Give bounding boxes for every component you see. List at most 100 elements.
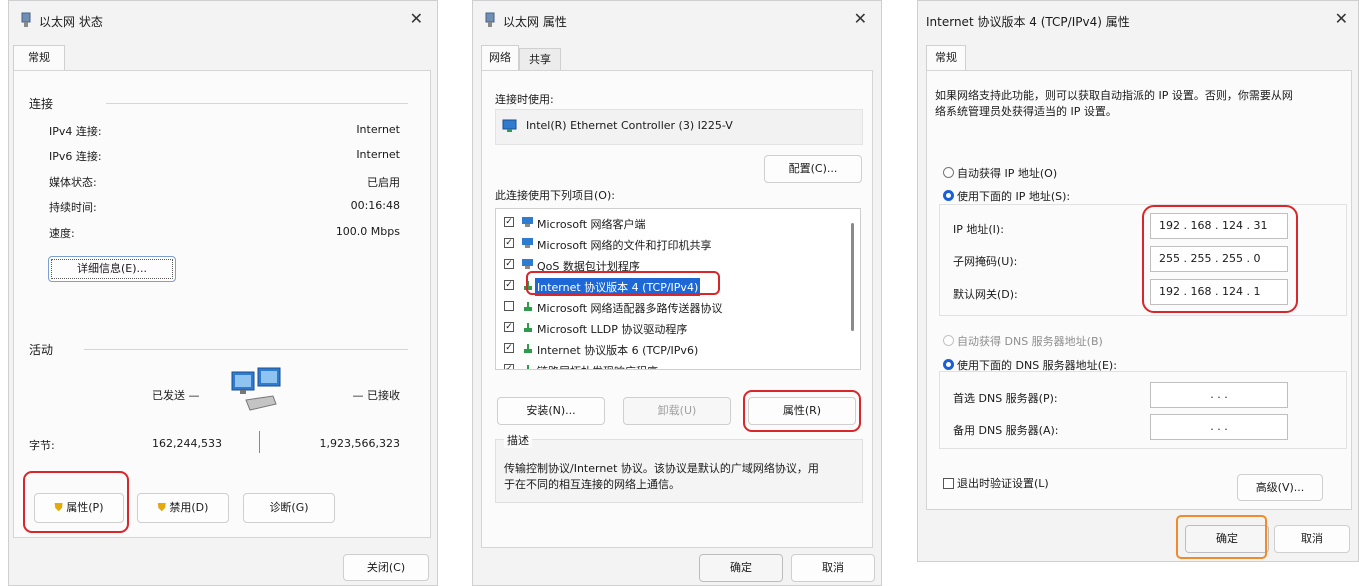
title-bar: 以太网 状态 ✕ bbox=[9, 1, 437, 39]
preferred-dns-input[interactable]: . . . bbox=[1150, 382, 1288, 408]
properties-window: 以太网 属性 ✕ 网络 共享 连接时使用: Intel(R) Ethernet … bbox=[472, 0, 882, 586]
disable-button[interactable]: ⛊ 禁用(D) bbox=[137, 493, 229, 523]
tab-sharing[interactable]: 共享 bbox=[519, 48, 561, 71]
close-button[interactable]: 关闭(C) bbox=[343, 554, 429, 581]
close-icon[interactable]: ✕ bbox=[854, 9, 867, 28]
item-label: Microsoft LLDP 协议驱动程序 bbox=[537, 323, 688, 336]
item-checkbox[interactable]: ✓ bbox=[504, 343, 514, 353]
description-text: 于在不同的相互连接的网络上通信。 bbox=[504, 478, 680, 491]
speed-label: 速度: bbox=[49, 227, 75, 240]
bytes-label: 字节: bbox=[29, 439, 55, 452]
close-icon[interactable]: ✕ bbox=[1335, 9, 1348, 28]
advanced-button[interactable]: 高级(V)... bbox=[1237, 474, 1323, 501]
network-computers-icon bbox=[231, 367, 281, 411]
auto-ip-label: 自动获得 IP 地址(O) bbox=[957, 167, 1058, 180]
highlight-properties bbox=[23, 471, 129, 533]
ok-button[interactable]: 确定 bbox=[699, 554, 783, 582]
section-activity: 活动 bbox=[29, 343, 54, 357]
ipv6-value: Internet bbox=[356, 148, 400, 161]
install-button[interactable]: 安装(N)... bbox=[497, 397, 605, 425]
manual-ip-label: 使用下面的 IP 地址(S): bbox=[957, 190, 1071, 203]
media-state-value: 已启用 bbox=[367, 176, 400, 189]
tab-network[interactable]: 网络 bbox=[481, 45, 519, 71]
highlight-properties-button bbox=[743, 390, 861, 432]
divider bbox=[84, 349, 408, 350]
auto-dns-radio[interactable] bbox=[943, 335, 954, 346]
adapter-box: Intel(R) Ethernet Controller (3) I225-V bbox=[495, 109, 863, 145]
general-panel: 如果网络支持此功能，则可以获取自动指派的 IP 设置。否则，你需要从网 络系统管… bbox=[926, 70, 1352, 510]
ipv4-value: Internet bbox=[356, 123, 400, 136]
window-title: 以太网 属性 bbox=[503, 15, 567, 29]
client-icon bbox=[522, 217, 533, 227]
item-checkbox[interactable]: ✓ bbox=[504, 364, 514, 369]
sharing-icon bbox=[522, 238, 533, 248]
diagnose-button[interactable]: 诊断(G) bbox=[243, 493, 335, 523]
item-label: Microsoft 网络客户端 bbox=[537, 218, 646, 231]
validate-label: 退出时验证设置(L) bbox=[957, 477, 1049, 490]
disable-label: 禁用(D) bbox=[169, 501, 209, 514]
uninstall-button[interactable]: 卸载(U) bbox=[623, 397, 731, 425]
protocol-icon bbox=[527, 365, 529, 369]
list-scrollbar[interactable] bbox=[851, 223, 854, 331]
cancel-button[interactable]: 取消 bbox=[1274, 525, 1350, 553]
item-checkbox[interactable]: ✓ bbox=[504, 280, 514, 290]
protocol-icon bbox=[524, 323, 532, 332]
qos-icon bbox=[522, 259, 533, 269]
shield-icon: ⛊ bbox=[157, 501, 166, 514]
item-label: 链路层拓扑发现响应程序 bbox=[535, 362, 660, 369]
speed-value: 100.0 Mbps bbox=[335, 225, 400, 238]
ipv4-label: IPv4 连接: bbox=[49, 125, 102, 138]
gateway-label: 默认网关(D): bbox=[953, 288, 1018, 301]
auto-ip-radio[interactable] bbox=[943, 167, 954, 178]
intro-text: 络系统管理员处获得适当的 IP 设置。 bbox=[935, 105, 1117, 118]
auto-dns-label: 自动获得 DNS 服务器地址(B) bbox=[957, 335, 1103, 348]
ethernet-icon bbox=[485, 12, 495, 27]
ipv4-window: Internet 协议版本 4 (TCP/IPv4) 属性 ✕ 常规 如果网络支… bbox=[917, 0, 1359, 562]
bytes-sent: 162,244,533 bbox=[152, 437, 222, 450]
items-label: 此连接使用下列项目(O): bbox=[495, 189, 615, 202]
window-title: Internet 协议版本 4 (TCP/IPv4) 属性 bbox=[926, 15, 1130, 29]
network-panel: 连接时使用: Intel(R) Ethernet Controller (3) … bbox=[481, 70, 873, 548]
description-label: 描述 bbox=[504, 432, 532, 448]
item-checkbox[interactable]: ✓ bbox=[504, 322, 514, 332]
ethernet-icon bbox=[21, 12, 31, 27]
tab-general[interactable]: 常规 bbox=[926, 45, 966, 71]
item-label: Microsoft 网络的文件和打印机共享 bbox=[537, 239, 712, 252]
divider bbox=[106, 103, 408, 104]
received-label: — 已接收 bbox=[352, 389, 401, 402]
description-text: 传输控制协议/Internet 协议。该协议是默认的广域网络协议，用 bbox=[504, 462, 819, 475]
validate-checkbox[interactable] bbox=[943, 478, 954, 489]
item-label: Microsoft 网络适配器多路传送器协议 bbox=[537, 302, 723, 315]
general-panel: 连接 IPv4 连接: Internet IPv6 连接: Internet 媒… bbox=[13, 70, 431, 538]
duration-label: 持续时间: bbox=[49, 201, 97, 214]
preferred-dns-label: 首选 DNS 服务器(P): bbox=[953, 392, 1058, 405]
connect-using-label: 连接时使用: bbox=[495, 93, 554, 106]
alternate-dns-input[interactable]: . . . bbox=[1150, 414, 1288, 440]
item-checkbox[interactable]: ✓ bbox=[504, 259, 514, 269]
cancel-button[interactable]: 取消 bbox=[791, 554, 875, 582]
manual-ip-radio[interactable] bbox=[943, 190, 954, 201]
ipv6-label: IPv6 连接: bbox=[49, 150, 102, 163]
status-window: 以太网 状态 ✕ 常规 连接 IPv4 连接: Internet IPv6 连接… bbox=[8, 0, 438, 586]
protocol-icon bbox=[524, 344, 532, 353]
description-box: 描述 传输控制协议/Internet 协议。该协议是默认的广域网络协议，用 于在… bbox=[495, 432, 863, 503]
item-checkbox[interactable]: ✓ bbox=[504, 238, 514, 248]
details-button[interactable]: 详细信息(E)... bbox=[48, 256, 176, 282]
bytes-received: 1,923,566,323 bbox=[319, 437, 400, 450]
duration-value: 00:16:48 bbox=[350, 199, 400, 212]
item-checkbox[interactable]: ✓ bbox=[504, 217, 514, 227]
tab-general[interactable]: 常规 bbox=[13, 45, 65, 71]
item-checkbox[interactable] bbox=[504, 301, 514, 311]
adapter-name: Intel(R) Ethernet Controller (3) I225-V bbox=[526, 119, 733, 132]
title-bar: Internet 协议版本 4 (TCP/IPv4) 属性 ✕ bbox=[918, 1, 1358, 39]
ip-address-label: IP 地址(I): bbox=[953, 223, 1004, 236]
close-icon[interactable]: ✕ bbox=[410, 9, 423, 28]
bytes-divider bbox=[259, 431, 260, 453]
alternate-dns-label: 备用 DNS 服务器(A): bbox=[953, 424, 1059, 437]
configure-button[interactable]: 配置(C)... bbox=[764, 155, 862, 183]
highlight-ipv4-item bbox=[526, 271, 720, 295]
manual-dns-radio[interactable] bbox=[943, 359, 954, 370]
highlight-ok bbox=[1176, 515, 1267, 559]
sent-label: 已发送 — bbox=[152, 389, 200, 402]
highlight-ip-fields bbox=[1142, 205, 1298, 313]
